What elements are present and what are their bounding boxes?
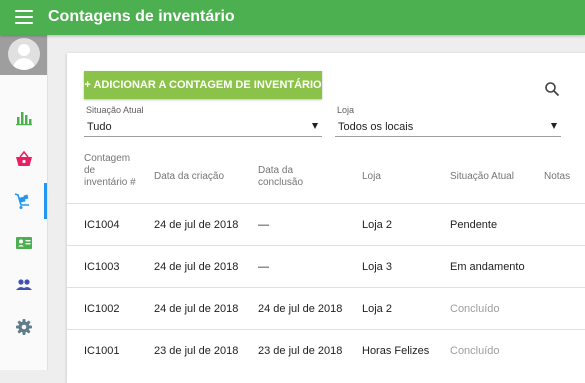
store-filter-label: Loja	[337, 105, 355, 115]
column-header-created-date[interactable]: Data da criação	[154, 171, 244, 183]
page-title: Contagens de inventário	[48, 8, 235, 25]
search-icon[interactable]	[544, 81, 560, 97]
status-cell: Concluído	[450, 303, 500, 315]
count-id-cell: IC1002	[84, 303, 120, 315]
completed-date-cell: —	[258, 219, 269, 231]
table-row[interactable]: IC1003 24 de jul de 2018 — Loja 3 Em and…	[67, 245, 585, 287]
sidebar-item-inventory[interactable]	[0, 183, 47, 219]
completed-date-cell: 24 de jul de 2018	[258, 303, 343, 315]
store-filter-value: Todos os locais	[338, 121, 414, 133]
column-header-completed-date[interactable]: Data da conclusão	[258, 165, 328, 189]
completed-date-cell: —	[258, 261, 269, 273]
dropdown-arrow-icon	[551, 123, 557, 129]
store-cell: Loja 2	[362, 303, 392, 315]
bar-chart-icon	[15, 112, 32, 126]
status-filter-select[interactable]: Tudo	[84, 118, 322, 137]
sidebar-item-reports[interactable]	[0, 99, 47, 135]
created-date-cell: 24 de jul de 2018	[154, 261, 239, 273]
status-filter-label: Situação Atual	[86, 105, 144, 115]
created-date-cell: 23 de jul de 2018	[154, 345, 239, 357]
created-date-cell: 24 de jul de 2018	[154, 303, 239, 315]
dropdown-arrow-icon	[312, 123, 318, 129]
gear-icon	[15, 319, 32, 335]
people-icon	[15, 279, 32, 290]
created-date-cell: 24 de jul de 2018	[154, 219, 239, 231]
store-cell: Loja 2	[362, 219, 392, 231]
store-cell: Horas Felizes	[362, 345, 430, 357]
avatar[interactable]	[8, 38, 40, 70]
column-header-store[interactable]: Loja	[362, 171, 381, 183]
column-header-count-number[interactable]: Contagem de inventário #	[84, 153, 136, 189]
sidebar	[0, 35, 48, 370]
menu-icon[interactable]	[15, 10, 33, 25]
sidebar-item-settings[interactable]	[0, 309, 47, 345]
status-cell: Concluído	[450, 345, 500, 357]
status-cell: Em andamento	[450, 261, 525, 273]
store-cell: Loja 3	[362, 261, 392, 273]
store-filter-select[interactable]: Todos os locais	[335, 118, 561, 137]
completed-date-cell: 23 de jul de 2018	[258, 345, 343, 357]
inventory-cart-icon	[14, 193, 29, 209]
sidebar-item-employees[interactable]	[0, 267, 47, 303]
table-row[interactable]: IC1002 24 de jul de 2018 24 de jul de 20…	[67, 287, 585, 329]
sidebar-item-sales[interactable]	[0, 141, 47, 177]
table-row[interactable]: IC1004 24 de jul de 2018 — Loja 2 Penden…	[67, 203, 585, 245]
sidebar-item-customers[interactable]	[0, 225, 47, 261]
add-inventory-count-button[interactable]: + ADICIONAR A CONTAGEM DE INVENTÁRIO	[84, 71, 322, 99]
status-filter-value: Tudo	[87, 121, 112, 133]
column-header-notes[interactable]: Notas	[544, 171, 570, 183]
basket-icon	[15, 150, 32, 166]
status-cell: Pendente	[450, 219, 498, 231]
contact-card-icon	[15, 237, 32, 249]
count-id-cell: IC1004	[84, 219, 120, 231]
app-bar: Contagens de inventário	[0, 0, 585, 35]
column-header-status[interactable]: Situação Atual	[450, 171, 514, 183]
table-row[interactable]: IC1001 23 de jul de 2018 23 de jul de 20…	[67, 329, 585, 371]
inventory-counts-card: + ADICIONAR A CONTAGEM DE INVENTÁRIO Sit…	[67, 53, 585, 383]
avatar-area[interactable]	[0, 35, 47, 75]
count-id-cell: IC1001	[84, 345, 120, 357]
count-id-cell: IC1003	[84, 261, 120, 273]
